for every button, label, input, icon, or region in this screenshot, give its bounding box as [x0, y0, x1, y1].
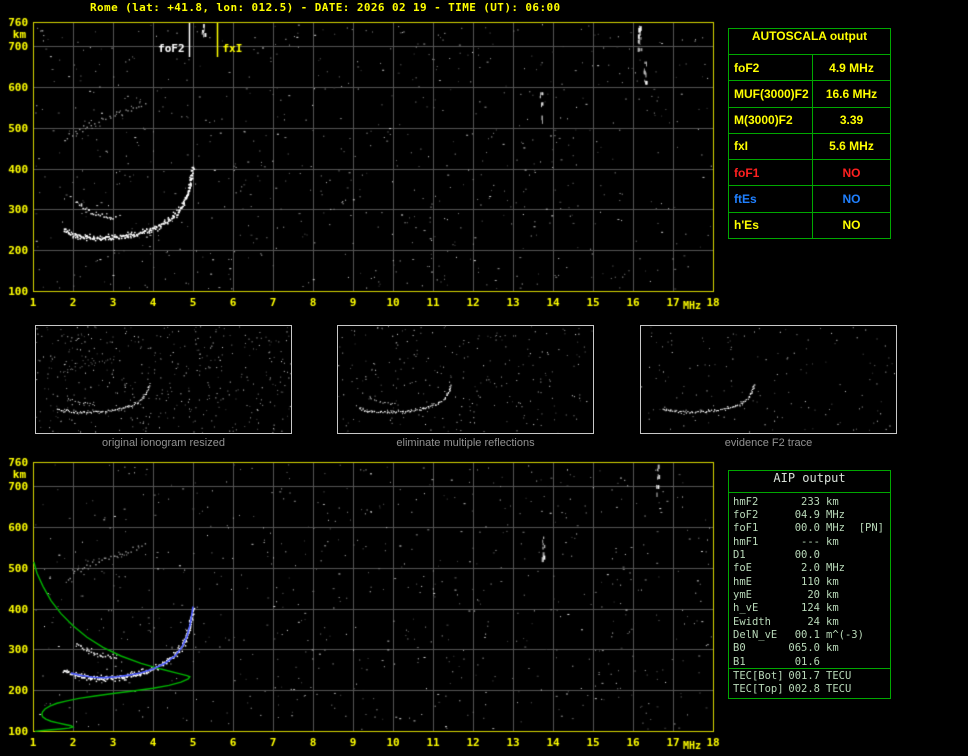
autoscala-param-value: 4.9 MHz [829, 60, 874, 75]
aip-row-B1: B1 01.6 [729, 655, 890, 668]
aip-unit: TECU [826, 669, 852, 682]
aip-row-Ewidth: Ewidth 24 km [729, 615, 890, 628]
aip-value: 001.7 [788, 669, 820, 682]
autoscala-param-value: NO [842, 192, 861, 207]
aip-unit: MHz [826, 562, 845, 575]
aip-value: 04.9 [794, 508, 820, 521]
thumbnail-original-canvas [36, 326, 291, 433]
aip-row-DelN_vE: DelN_vE 00.1 m^(-3) [729, 628, 890, 641]
aip-label: foF1 [733, 522, 759, 535]
thumbnail-caption-no-multiples: eliminate multiple reflections [396, 437, 535, 449]
thumbnail-original-ionogram [35, 325, 292, 434]
aip-label: B1 [733, 655, 746, 668]
aip-row-h_vE: h_vE 124 km [729, 602, 890, 615]
aip-unit: km [826, 495, 839, 508]
aip-unit: km [826, 575, 839, 588]
aip-row-ymE: ymE 20 km [729, 588, 890, 601]
aip-value: 124 [801, 602, 820, 615]
aip-output-table: AIP output hmF2 233 km foF2 04.9 MHz foF1 00.0 M… [728, 470, 891, 699]
autoscala-param-label: foF2 [729, 55, 813, 81]
aip-value: 002.8 [788, 683, 820, 696]
aip-label: D1 [733, 548, 746, 561]
autoscala-window: Rome (lat: +41.8, lon: 012.5) - DATE: 20… [0, 0, 968, 756]
aip-label: B0 [733, 642, 746, 655]
autoscala-row-fxI: fxI 5.6 MHz [729, 133, 890, 161]
aip-row-foF2: foF2 04.9 MHz [729, 508, 890, 521]
aip-value: --- [801, 535, 820, 548]
autoscala-param-value: 16.6 MHz [825, 86, 878, 101]
aip-row-TEC[Top]: TEC[Top] 002.8 TECU [729, 683, 890, 696]
aip-label: hmE [733, 575, 752, 588]
thumbnail-caption-original: original ionogram resized [102, 437, 225, 449]
autoscala-row-h'Es: h'Es NO [729, 212, 890, 238]
main-ionogram-plot [0, 16, 725, 316]
aip-row-foF1: foF1 00.0 MHz [PN] [729, 522, 890, 535]
aip-row-hmF2: hmF2 233 km [729, 495, 890, 508]
autoscala-param-value: 3.39 [839, 113, 864, 128]
aip-row-foE: foE 2.0 MHz [729, 562, 890, 575]
autoscala-output-table: AUTOSCALA output foF2 4.9 MHz MUF(3000)F2 1… [728, 28, 891, 239]
autoscala-param-value: NO [842, 165, 861, 180]
thumbnail-caption-f2-trace: evidence F2 trace [724, 437, 813, 449]
autoscala-row-foF1: foF1 NO [729, 160, 890, 187]
aip-label: hmF1 [733, 535, 759, 548]
aip-label: DelN_vE [733, 628, 778, 641]
aip-table-body: hmF2 233 km foF2 04.9 MHz foF1 00.0 MHz [PN] hmF1 -… [729, 493, 890, 698]
aip-unit: km [826, 615, 839, 628]
aip-row-B0: B0 065.0 km [729, 642, 890, 655]
restored-ionogram-plot [0, 456, 725, 756]
autoscala-param-label: fxI [729, 133, 813, 160]
aip-row-TEC[Bot]: TEC[Bot] 001.7 TECU [729, 668, 890, 682]
aip-value: 00.0 [794, 548, 820, 561]
aip-value: 01.6 [794, 655, 820, 668]
aip-value: 20 [807, 588, 820, 601]
autoscala-param-label: MUF(3000)F2 [729, 81, 813, 107]
aip-label: foF2 [733, 508, 759, 521]
aip-value: 00.0 [794, 522, 820, 535]
aip-label: hmF2 [733, 495, 759, 508]
autoscala-param-value: 5.6 MHz [829, 139, 874, 154]
aip-value: 065.0 [788, 642, 820, 655]
aip-unit: MHz [826, 522, 845, 535]
aip-value: 24 [807, 615, 820, 628]
autoscala-param-label: foF1 [729, 160, 813, 186]
aip-label: ymE [733, 588, 752, 601]
aip-table-title: AIP output [729, 471, 890, 493]
aip-row-hmE: hmE 110 km [729, 575, 890, 588]
aip-row-hmF1: hmF1 --- km [729, 535, 890, 548]
autoscala-param-label: M(3000)F2 [729, 107, 813, 133]
aip-unit: MHz [826, 508, 845, 521]
autoscala-row-M(3000)F2: M(3000)F2 3.39 [729, 107, 890, 134]
aip-value: 110 [801, 575, 820, 588]
station-title: Rome (lat: +41.8, lon: 012.5) - DATE: 20… [90, 1, 561, 14]
thumbnail-no-multiples [337, 325, 594, 434]
autoscala-row-ftEs: ftEs NO [729, 186, 890, 213]
aip-unit: km [826, 588, 839, 601]
autoscala-table-title: AUTOSCALA output [729, 29, 890, 55]
aip-unit: m^(-3) [826, 628, 864, 641]
autoscala-row-MUF(3000)F2: MUF(3000)F2 16.6 MHz [729, 81, 890, 108]
aip-label: TEC[Bot] [733, 669, 784, 682]
thumbnail-f2-trace [640, 325, 897, 434]
autoscala-param-label: ftEs [729, 186, 813, 212]
aip-extra: [PN] [858, 522, 884, 535]
aip-unit: km [826, 535, 839, 548]
thumbnail-no-multiples-canvas [338, 326, 593, 433]
aip-unit: km [826, 602, 839, 615]
aip-unit: TECU [826, 683, 852, 696]
aip-label: h_vE [733, 602, 759, 615]
aip-value: 2.0 [801, 562, 820, 575]
autoscala-param-label: h'Es [729, 212, 813, 238]
autoscala-row-foF2: foF2 4.9 MHz [729, 55, 890, 82]
autoscala-param-value: NO [842, 218, 861, 233]
aip-label: foE [733, 562, 752, 575]
aip-label: TEC[Top] [733, 683, 784, 696]
autoscala-table-body: foF2 4.9 MHz MUF(3000)F2 16.6 MHz M(3000)F2 3… [729, 55, 890, 238]
thumbnail-f2-trace-canvas [641, 326, 896, 433]
aip-unit: km [826, 642, 839, 655]
aip-value: 233 [801, 495, 820, 508]
aip-value: 00.1 [794, 628, 820, 641]
aip-label: Ewidth [733, 615, 771, 628]
aip-row-D1: D1 00.0 [729, 548, 890, 561]
